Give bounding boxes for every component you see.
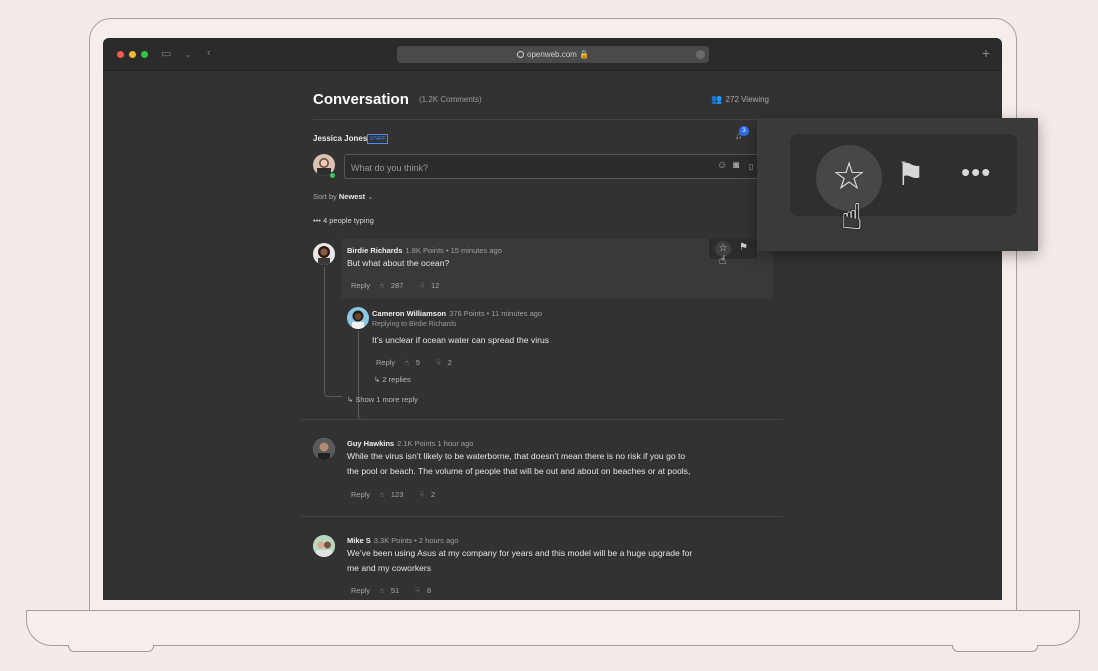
comment-author[interactable]: Guy Hawkins 2.1K Points 1 hour ago — [347, 439, 473, 448]
gif-icon[interactable]: ▯ — [749, 162, 753, 171]
reply-arrow-icon: ↳ — [374, 375, 381, 384]
maximize-window-button[interactable] — [141, 51, 148, 58]
dislike-button[interactable]: ☟ 2 — [436, 358, 459, 367]
like-button[interactable]: ☝ 51 — [379, 586, 406, 595]
comment-actions: Reply ☝ 51 ☟ 8 — [351, 586, 445, 595]
hand-cursor-icon: ☝ — [719, 253, 727, 267]
thread-line — [324, 267, 342, 397]
conversation-panel: Conversation (1.2K Comments) 👥 272 Viewin… — [301, 71, 783, 600]
flag-icon[interactable]: ⚑ — [896, 155, 925, 193]
avatar-cameron-williamson — [347, 307, 369, 329]
users-icon: 👥 — [711, 94, 723, 104]
site-icon — [517, 51, 524, 58]
thumb-down-icon: ☟ — [415, 586, 420, 595]
sidebar-icon[interactable]: ▭ — [161, 47, 171, 60]
camera-icon[interactable]: ◙ — [733, 160, 739, 171]
comment-body-line-1: We’ve been using Asus at my company for … — [347, 548, 693, 558]
thumb-up-icon: ☝ — [379, 281, 384, 290]
like-button[interactable]: ☝ 123 — [379, 490, 410, 499]
back-icon[interactable]: ‹ — [207, 47, 211, 59]
reload-icon[interactable] — [696, 50, 705, 59]
comment-body-line-1: While the virus isn’t likely to be water… — [347, 451, 686, 461]
address-bar[interactable]: openweb.com 🔒 — [397, 46, 709, 63]
comment-hover-actions: ☆ ⚑ — [709, 239, 757, 259]
thumb-up-icon: ☝ — [379, 490, 384, 499]
avatar-mike-s — [313, 535, 335, 557]
emoji-icon[interactable]: ☺ — [717, 160, 727, 171]
reply-button[interactable]: Reply — [351, 586, 370, 595]
comment-actions: Reply ☝ 5 ☟ 2 — [376, 358, 466, 367]
reply-button[interactable]: Reply — [351, 490, 370, 499]
chevron-down-icon[interactable]: ⌄ — [185, 50, 192, 59]
notifications-bell[interactable]: ♫ 3 — [735, 126, 749, 142]
thumb-down-icon: ☟ — [419, 281, 425, 290]
comment-author[interactable]: Mike S 3.3K Points • 2 hours ago — [347, 536, 459, 545]
staff-badge: STAFF — [367, 134, 389, 144]
reply-arrow-icon: ↳ — [347, 395, 354, 404]
more-options-icon[interactable]: ••• — [961, 159, 991, 185]
comment-actions: Reply ☝ 123 ☟ 2 — [351, 490, 449, 499]
like-button[interactable]: ☝ 287 — [379, 281, 410, 290]
laptop-foot-left — [68, 645, 154, 652]
thumb-up-icon: ☝ — [404, 358, 409, 367]
current-user-name: Jessica Jones — [313, 134, 368, 143]
show-more-replies-link[interactable]: ↳ Show 1 more reply — [347, 395, 418, 404]
browser-toolbar: ▭ ⌄ ‹ openweb.com 🔒 + — [103, 38, 1002, 71]
dislike-button[interactable]: ☟ 8 — [415, 586, 438, 595]
avatar-birdie-richards — [313, 243, 335, 265]
divider — [301, 516, 783, 517]
typing-dots-icon: ••• — [313, 216, 321, 225]
sort-dropdown[interactable]: Sort by Newest ⌄ — [313, 192, 374, 201]
online-status-dot — [329, 172, 336, 179]
comment-actions: Reply ☝ 287 ☟ 12 — [351, 281, 453, 290]
replying-to-label: Replying to Birdie Richards — [372, 321, 457, 328]
comment-author[interactable]: Cameron Williamson 376 Points • 11 minute… — [372, 309, 542, 318]
close-window-button[interactable] — [117, 51, 124, 58]
viewing-count: 👥 272 Viewing — [711, 94, 769, 104]
url-text: openweb.com — [527, 50, 577, 59]
comment-body: It’s unclear if ocean water can spread t… — [372, 335, 550, 345]
dislike-button[interactable]: ☟ 12 — [419, 281, 446, 290]
flag-icon[interactable]: ⚑ — [739, 242, 748, 253]
like-button[interactable]: ☝ 5 — [404, 358, 427, 367]
thumb-down-icon: ☟ — [436, 358, 441, 367]
avatar-guy-hawkins — [313, 438, 335, 460]
conversation-title: Conversation — [313, 91, 409, 108]
laptop-foot-right — [952, 645, 1038, 652]
thumb-up-icon: ☝ — [379, 586, 384, 595]
new-tab-button[interactable]: + — [982, 45, 990, 61]
minimize-window-button[interactable] — [129, 51, 136, 58]
typing-indicator: ••• 4 people typing — [313, 216, 374, 225]
laptop-base — [26, 610, 1080, 646]
dislike-button[interactable]: ☟ 2 — [419, 490, 442, 499]
thumb-down-icon: ☟ — [419, 490, 425, 499]
reply-button[interactable]: Reply — [351, 281, 370, 290]
thread-line — [358, 331, 370, 420]
comment-body: But what about the ocean? — [347, 258, 450, 268]
comment-body-line-2: me and my coworkers — [347, 563, 432, 573]
divider — [301, 419, 783, 420]
reply-button[interactable]: Reply — [376, 358, 395, 367]
comment-count: (1.2K Comments) — [419, 95, 482, 104]
hand-cursor-icon: ☝ — [841, 196, 863, 237]
zoomed-action-detail: ☆ ⚑ ••• ☝ — [757, 118, 1038, 251]
divider — [313, 119, 769, 120]
comment-body-line-2: the pool or beach. The volume of people … — [347, 466, 691, 476]
notification-badge: 3 — [739, 126, 749, 136]
replies-link[interactable]: ↳ 2 replies — [374, 375, 411, 384]
comment-input[interactable]: What do you think? ☺ ◙ ▯ — [344, 154, 770, 179]
comment-input-placeholder: What do you think? — [351, 163, 429, 173]
comment-author[interactable]: Birdie Richards 1.8K Points • 15 minutes … — [347, 246, 502, 255]
